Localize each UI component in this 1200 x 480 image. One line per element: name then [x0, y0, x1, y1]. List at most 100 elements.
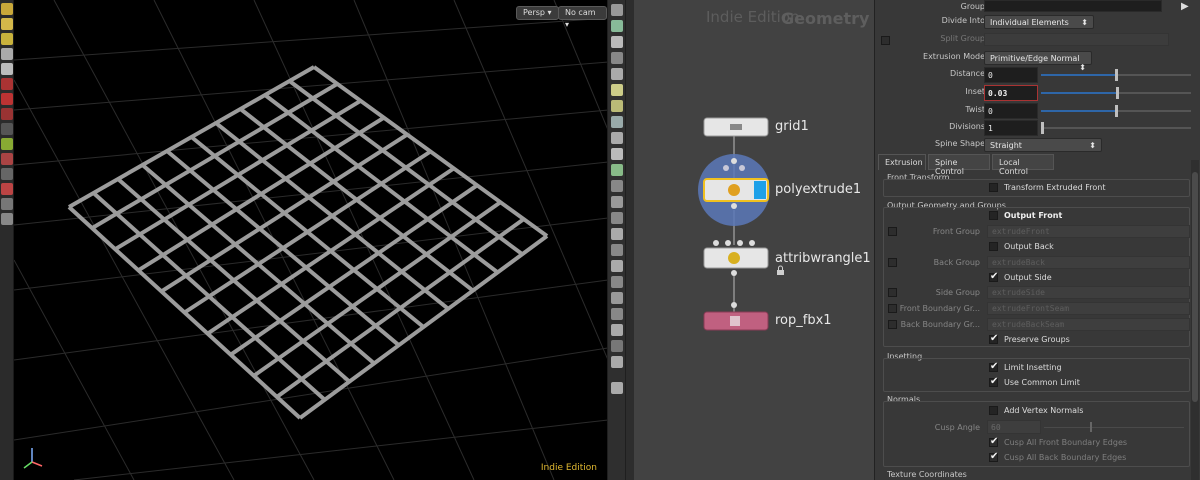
output-front-checkbox[interactable] — [989, 211, 998, 220]
side-group-field[interactable]: extrudeSide — [987, 286, 1190, 299]
distance-field[interactable]: 0 — [984, 67, 1038, 83]
view-icon[interactable] — [1, 213, 13, 225]
use-common-limit-label: Use Common Limit — [1004, 378, 1080, 387]
vector-icon[interactable] — [611, 308, 623, 320]
bulb-icon[interactable] — [611, 84, 623, 96]
pin-icon[interactable] — [611, 382, 623, 394]
back-boundary-toggle[interactable] — [888, 320, 897, 329]
pane-divider[interactable] — [626, 0, 634, 480]
wire-icon[interactable] — [611, 180, 623, 192]
camera-view-icon[interactable] — [611, 132, 623, 144]
tab-extrusion[interactable]: Extrusion — [878, 154, 926, 170]
camera-icon[interactable] — [611, 20, 623, 32]
camera-dropdown[interactable]: No cam ▾ — [558, 6, 607, 29]
extrusion-mode-menu[interactable]: Primitive/Edge Normal ⬍ — [984, 51, 1092, 72]
vertices-icon[interactable] — [1, 198, 13, 210]
limit-insetting-label: Limit Insetting — [1004, 363, 1062, 372]
normal-icon[interactable] — [611, 212, 623, 224]
numbers-icon[interactable] — [611, 244, 623, 256]
grid-snap-icon[interactable] — [1, 108, 13, 120]
front-boundary-toggle[interactable] — [888, 304, 897, 313]
twist-field[interactable]: 0 — [984, 103, 1038, 119]
back-group-field[interactable]: extrudeBack — [987, 256, 1190, 269]
cusp-front-checkbox[interactable] — [989, 436, 998, 447]
image-icon[interactable] — [611, 356, 623, 368]
select-tool-icon[interactable] — [1, 3, 13, 15]
front-group-field[interactable]: extrudeFront — [987, 225, 1190, 238]
snap-icon[interactable] — [1, 78, 13, 90]
lightbulb-icon[interactable] — [611, 100, 623, 112]
camera-mode-dropdown[interactable]: Persp ▾ — [516, 6, 559, 20]
viewport-canvas[interactable] — [14, 0, 608, 480]
spine-shape-menu[interactable]: Straight ⬍ — [984, 138, 1102, 152]
param-split-group: Split Group — [875, 32, 1200, 48]
shading-icon[interactable] — [611, 68, 623, 80]
network-editor[interactable]: Indie Edition Geometry grid1 polyextrude… — [634, 0, 874, 480]
node-grid1[interactable] — [703, 117, 769, 137]
cusp-back-checkbox[interactable] — [989, 451, 998, 462]
front-boundary-field[interactable]: extrudeFrontSeam — [987, 302, 1190, 315]
param-inset: Inset 0.03 — [875, 85, 1200, 101]
use-common-limit-checkbox[interactable] — [989, 376, 998, 387]
side-group-toggle[interactable] — [888, 288, 897, 297]
divisions-slider[interactable] — [1041, 122, 1191, 134]
output-back-label: Output Back — [1004, 242, 1054, 251]
lock-icon[interactable] — [1, 63, 13, 75]
text-icon[interactable] — [611, 340, 623, 352]
box-icon[interactable] — [611, 324, 623, 336]
display-icon[interactable] — [1, 123, 13, 135]
pencil-icon[interactable] — [611, 228, 623, 240]
inset-field[interactable]: 0.03 — [984, 85, 1038, 101]
grid-edge — [275, 217, 525, 399]
transform-extruded-front-checkbox[interactable] — [989, 183, 998, 192]
add-vertex-normals-checkbox[interactable] — [989, 406, 998, 415]
split-group-checkbox[interactable] — [881, 36, 890, 45]
divisions-field[interactable]: 1 — [984, 120, 1038, 136]
home-icon[interactable] — [611, 4, 623, 16]
twist-slider[interactable] — [1041, 105, 1191, 117]
front-group-toggle[interactable] — [888, 227, 897, 236]
back-group-toggle[interactable] — [888, 258, 897, 267]
pointer-icon[interactable] — [1, 48, 13, 60]
divide-into-menu[interactable]: Individual Elements ⬍ — [984, 15, 1094, 29]
cusp-angle-field[interactable]: 60 — [987, 420, 1041, 434]
output-back-checkbox[interactable] — [989, 242, 998, 251]
tab-spine-control[interactable]: Spine Control — [928, 154, 990, 176]
node-polyextrude1[interactable] — [698, 154, 770, 226]
node-attribwrangle1[interactable] — [703, 240, 769, 276]
magnet-icon[interactable] — [1, 93, 13, 105]
node-graph[interactable] — [634, 0, 874, 480]
back-boundary-field[interactable]: extrudeBackSeam — [987, 318, 1190, 331]
light-icon[interactable] — [611, 52, 623, 64]
hand-icon[interactable] — [611, 260, 623, 272]
split-group-field[interactable] — [984, 33, 1169, 46]
param-scrollbar[interactable] — [1191, 160, 1199, 480]
arrow-icon[interactable]: ▶ — [1181, 1, 1189, 12]
points-icon[interactable] — [1, 153, 13, 165]
limit-insetting-checkbox[interactable] — [989, 361, 998, 372]
lock-camera-icon[interactable] — [611, 36, 623, 48]
ghost-icon[interactable] — [611, 164, 623, 176]
edges-icon[interactable] — [1, 168, 13, 180]
cusp-angle-slider[interactable] — [1044, 422, 1184, 432]
node-rop-fbx1[interactable] — [703, 302, 769, 331]
distance-slider[interactable] — [1041, 69, 1191, 81]
pivot-icon[interactable] — [611, 292, 623, 304]
handle-tool-icon[interactable] — [1, 18, 13, 30]
tab-local-control[interactable]: Local Control — [992, 154, 1054, 176]
scrollbar-thumb[interactable] — [1192, 172, 1198, 402]
group-field[interactable] — [984, 0, 1162, 12]
primitives-icon[interactable] — [1, 183, 13, 195]
template-icon[interactable] — [1, 138, 13, 150]
edge-icon[interactable] — [611, 276, 623, 288]
visibility-icon[interactable] — [611, 116, 623, 128]
inset-slider[interactable] — [1041, 87, 1191, 99]
extruded-grid-geometry — [67, 65, 549, 420]
preserve-groups-checkbox[interactable] — [989, 333, 998, 344]
scene-viewport[interactable]: Persp ▾ No cam ▾ Indie Edition — [14, 0, 608, 480]
display-options-icon[interactable] — [611, 148, 623, 160]
output-side-checkbox[interactable] — [989, 271, 998, 282]
point-display-icon[interactable] — [611, 196, 623, 208]
param-twist: Twist 0 — [875, 103, 1200, 119]
transform-tool-icon[interactable] — [1, 33, 13, 45]
